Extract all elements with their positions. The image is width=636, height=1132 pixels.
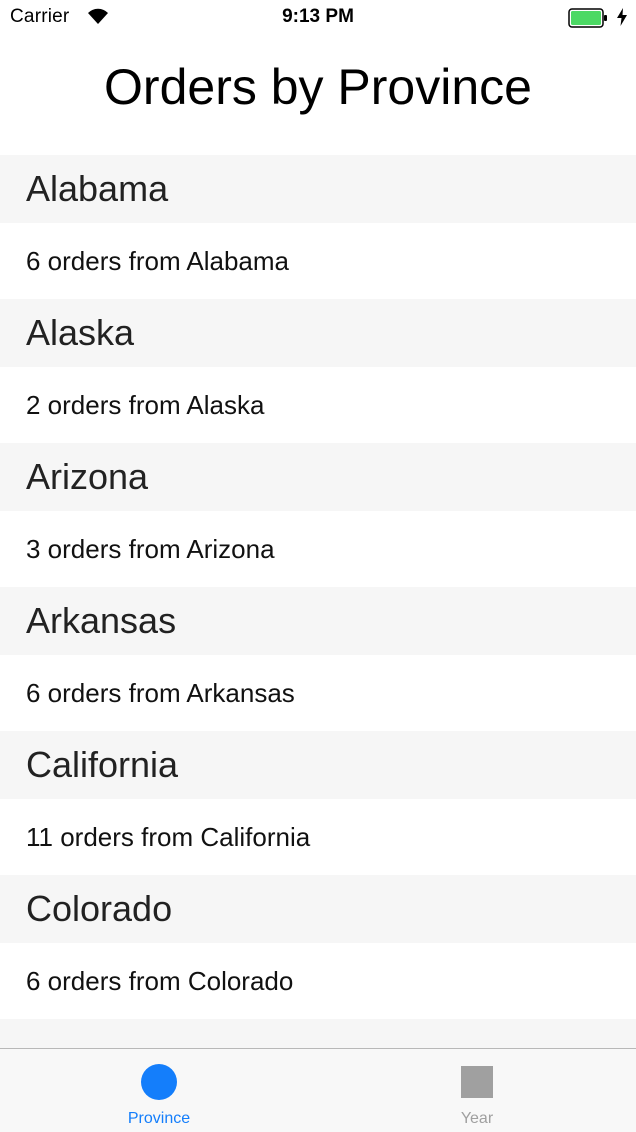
list-item-alaska[interactable]: 2 orders from Alaska	[0, 367, 636, 443]
status-bar: Carrier 9:13 PM	[0, 0, 636, 36]
section-header-california: California	[0, 731, 636, 799]
section-header-colorado: Colorado	[0, 875, 636, 943]
battery-icon	[568, 8, 607, 28]
list-item-california[interactable]: 11 orders from California	[0, 799, 636, 875]
orders-list[interactable]: Alabama 6 orders from Alabama Alaska 2 o…	[0, 155, 636, 1048]
tab-province-label: Province	[127, 1110, 191, 1127]
square-icon	[461, 1066, 493, 1098]
tab-year-label: Year	[460, 1110, 494, 1127]
status-time: 9:13 PM	[282, 6, 354, 27]
tab-province[interactable]: Province	[0, 1049, 318, 1132]
tab-bar: Province Year	[0, 1048, 636, 1132]
charging-bolt-icon	[617, 8, 627, 26]
page-title: Orders by Province	[104, 59, 532, 115]
list-item-alabama[interactable]: 6 orders from Alabama	[0, 223, 636, 299]
tab-year[interactable]: Year	[318, 1049, 636, 1132]
list-item-colorado[interactable]: 6 orders from Colorado	[0, 943, 636, 1019]
list-item-arkansas[interactable]: 6 orders from Arkansas	[0, 655, 636, 731]
section-header-alaska: Alaska	[0, 299, 636, 367]
section-header-alabama: Alabama	[0, 155, 636, 223]
section-header-next	[0, 1019, 636, 1048]
list-item-arizona[interactable]: 3 orders from Arizona	[0, 511, 636, 587]
section-header-arizona: Arizona	[0, 443, 636, 511]
section-header-arkansas: Arkansas	[0, 587, 636, 655]
circle-icon	[141, 1064, 177, 1100]
